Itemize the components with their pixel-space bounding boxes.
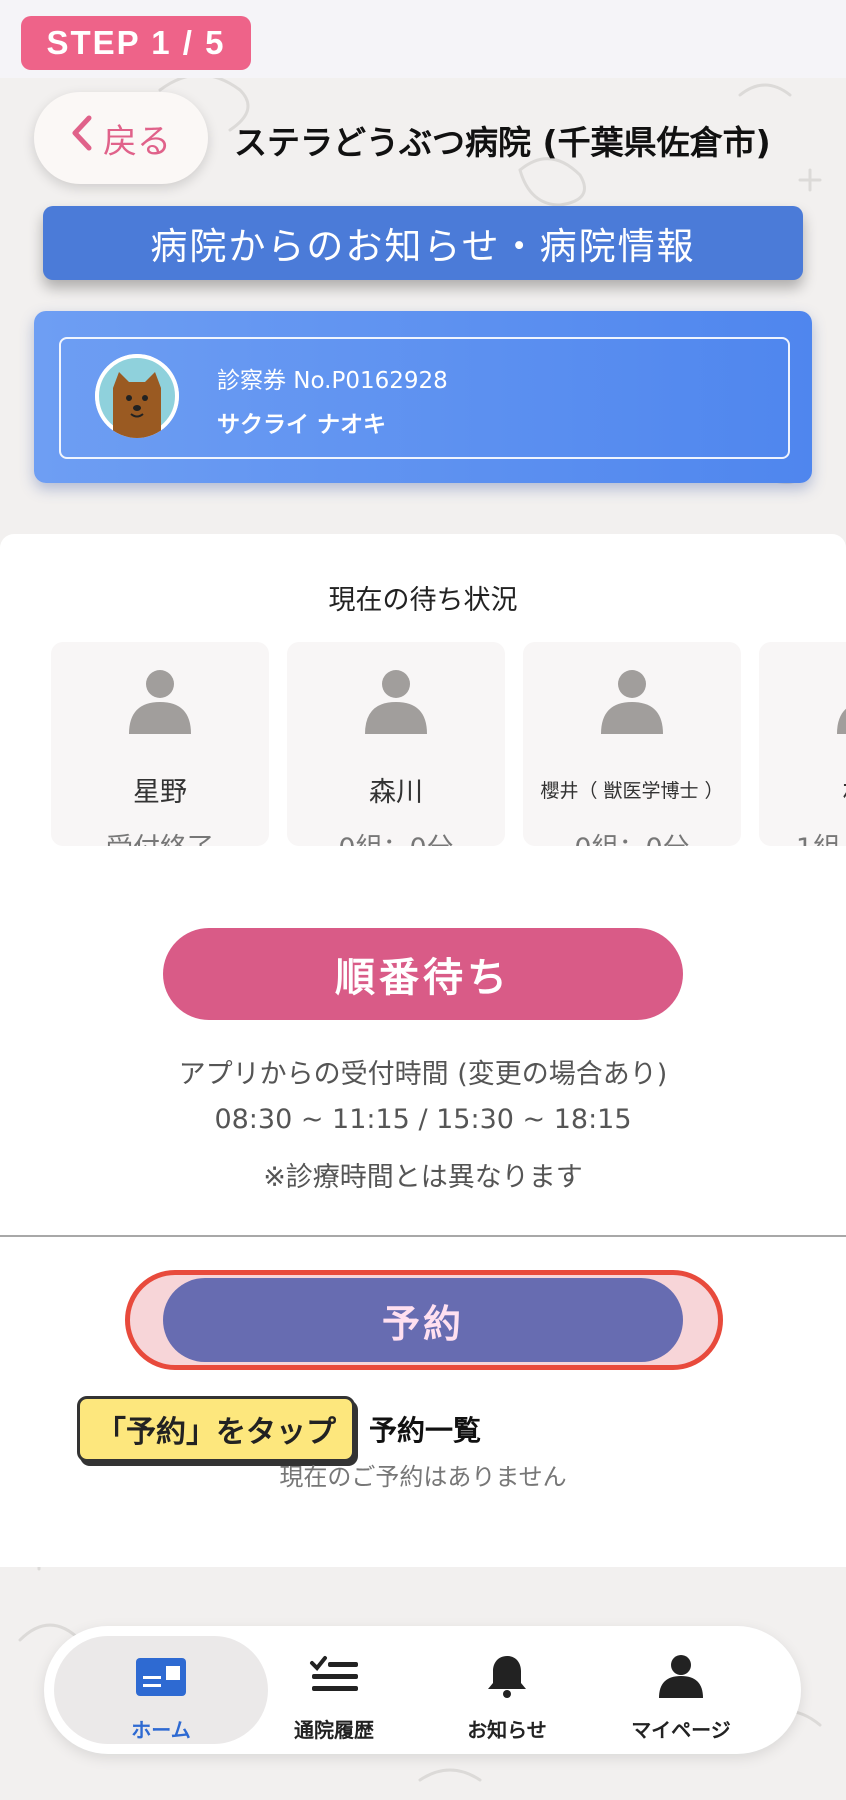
reservation-list-title: 予約一覧 <box>369 1414 482 1447</box>
reserve-button[interactable]: 予約 <box>163 1278 683 1362</box>
reservation-empty-message: 現在のご予約はありません <box>279 1463 567 1491</box>
nav-history[interactable]: 通院履歴 <box>239 1626 429 1754</box>
person-icon <box>365 670 427 734</box>
doctor-card[interactable]: 林 1組 <box>759 642 846 846</box>
bottom-navigation: ホーム 通院履歴 お知らせ マイページ <box>44 1626 801 1754</box>
doctor-name: 櫻井（ 獣医学博士 ） <box>540 780 724 802</box>
nav-label: ホーム <box>131 1718 191 1742</box>
nav-home[interactable]: ホーム <box>54 1636 268 1744</box>
doctor-card[interactable]: 星野 受付終了 <box>51 642 269 846</box>
nav-label: マイページ <box>631 1718 731 1742</box>
person-icon <box>837 708 846 734</box>
nav-mypage[interactable]: マイページ <box>586 1626 776 1754</box>
person-icon <box>601 670 663 734</box>
reception-hours-note: ※診療時間とは異なります <box>263 1162 583 1193</box>
reception-hours-title: アプリからの受付時間 (変更の場合あり) <box>178 1059 668 1090</box>
person-icon <box>659 1655 703 1698</box>
divider <box>0 1235 846 1237</box>
nav-label: 通院履歴 <box>294 1718 374 1742</box>
doctor-name: 森川 <box>369 777 423 808</box>
reservation-panel: 予約 「予約」をタップ 予約一覧 現在のご予約はありません <box>0 1237 846 1567</box>
doctor-status: 0組：0分 <box>523 826 741 846</box>
card-number: 診察券 No.P0162928 <box>217 368 448 394</box>
bell-icon <box>488 1656 526 1698</box>
pet-avatar <box>95 354 179 438</box>
back-button[interactable]: 戻る <box>34 92 208 184</box>
doctor-status: 1組 <box>759 826 846 846</box>
chevron-left-icon <box>71 115 93 161</box>
queue-button[interactable]: 順番待ち <box>163 928 683 1020</box>
hospital-notice-button[interactable]: 病院からのお知らせ・病院情報 <box>43 206 803 280</box>
doctor-status: 0組：0分 <box>287 826 505 846</box>
home-card-icon <box>136 1658 186 1696</box>
doctor-status: 受付終了 <box>51 826 269 846</box>
back-label: 戻る <box>103 121 171 162</box>
patient-card[interactable]: 診察券 No.P0162928 サクライ ナオキ <box>34 311 812 483</box>
doctor-name: 星野 <box>133 777 187 808</box>
person-icon <box>129 670 191 734</box>
nav-notifications[interactable]: お知らせ <box>412 1626 602 1754</box>
doctor-name: 林 <box>759 770 846 809</box>
waiting-title: 現在の待ち状況 <box>328 585 518 616</box>
step-badge: STEP 1 / 5 <box>21 16 251 70</box>
patient-card-frame: 診察券 No.P0162928 サクライ ナオキ <box>59 337 790 459</box>
nav-label: お知らせ <box>467 1718 547 1742</box>
owner-name: サクライ ナオキ <box>217 412 387 438</box>
tap-hint-tooltip: 「予約」をタップ <box>77 1396 355 1462</box>
doctor-card[interactable]: 櫻井（ 獣医学博士 ） 0組：0分 <box>523 642 741 846</box>
hospital-title: ステラどうぶつ病院 (千葉県佐倉市) <box>234 123 771 162</box>
waiting-panel: 現在の待ち状況 星野 受付終了 森川 0組：0分 櫻井（ 獣医学博士 ） 0組：… <box>0 534 846 1236</box>
history-list-icon <box>310 1656 358 1691</box>
doctor-card[interactable]: 森川 0組：0分 <box>287 642 505 846</box>
reception-hours: 08:30 ~ 11:15 / 15:30 ~ 18:15 <box>214 1104 632 1135</box>
